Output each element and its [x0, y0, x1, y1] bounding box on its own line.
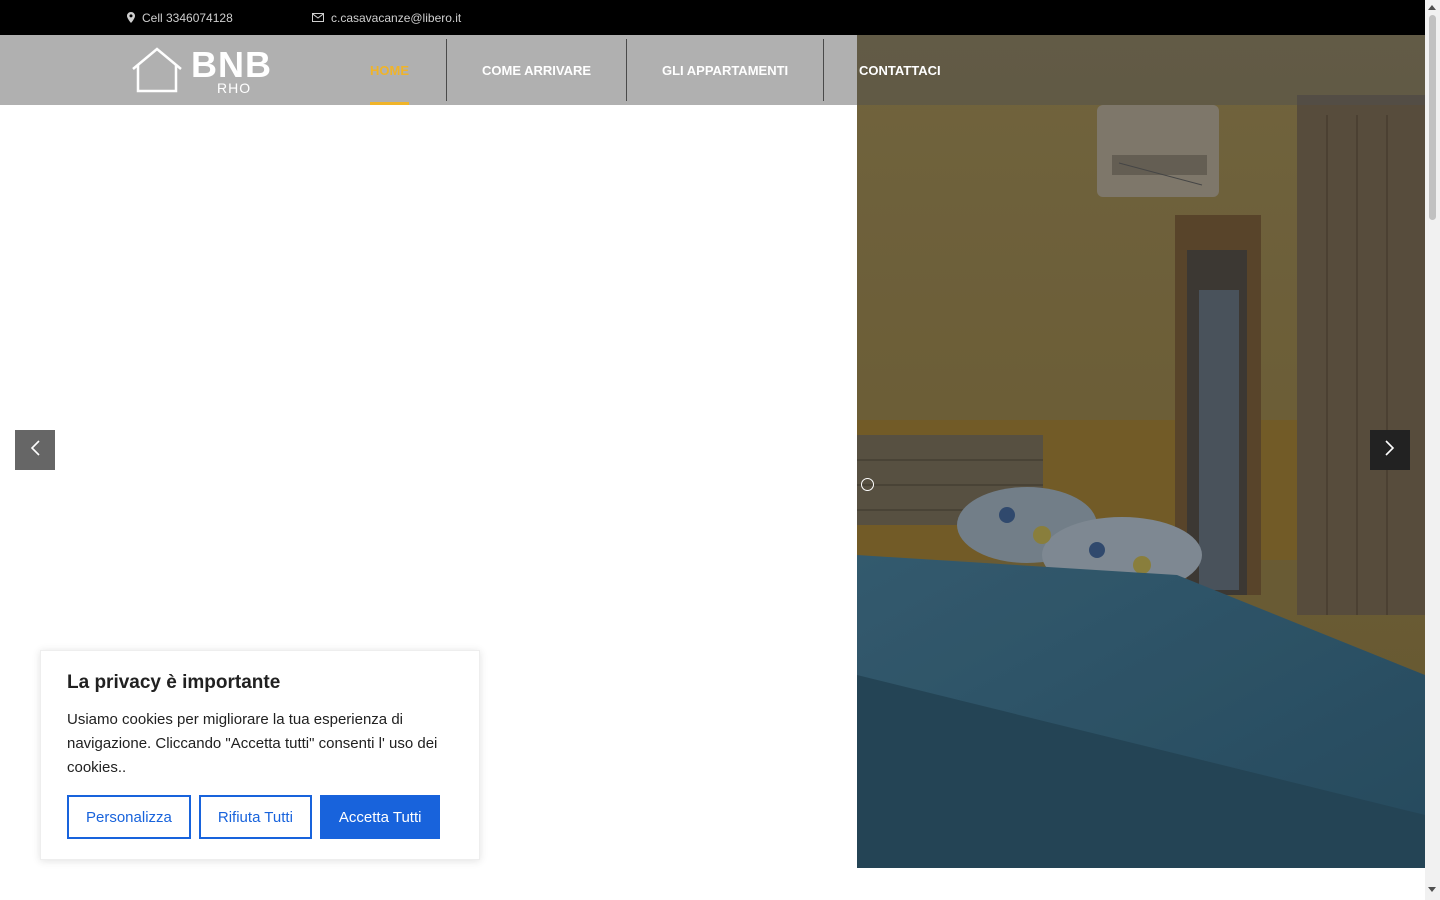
- cookie-buttons: Personalizza Rifiuta Tutti Accetta Tutti: [67, 795, 441, 839]
- cookie-consent-banner: La privacy è importante Usiamo cookies p…: [40, 650, 480, 860]
- chevron-right-icon: [1384, 439, 1396, 462]
- reject-all-button[interactable]: Rifiuta Tutti: [198, 795, 312, 839]
- nav-home-label: HOME: [370, 62, 409, 78]
- nav-home[interactable]: HOME: [370, 35, 409, 105]
- accept-all-button[interactable]: Accetta Tutti: [319, 795, 441, 839]
- slide-indicator-dot[interactable]: [861, 478, 874, 491]
- phone-text: Cell 3346074128: [142, 10, 233, 25]
- chevron-left-icon: [29, 439, 41, 462]
- phone-info[interactable]: Cell 3346074128: [127, 0, 233, 35]
- cookie-title: La privacy è importante: [67, 672, 281, 693]
- nav-come-arrivare[interactable]: COME ARRIVARE: [482, 35, 591, 105]
- envelope-icon: [312, 13, 324, 22]
- slider-prev-button[interactable]: [15, 430, 55, 470]
- logo-subtitle: RHO: [217, 80, 252, 96]
- hero-bedroom-image: [857, 35, 1425, 868]
- email-text: c.casavacanze@libero.it: [331, 10, 462, 25]
- nav-appartamenti-label: GLI APPARTAMENTI: [662, 62, 789, 78]
- customize-button[interactable]: Personalizza: [67, 795, 191, 839]
- nav-divider: [823, 39, 824, 101]
- slider-next-button[interactable]: [1370, 430, 1410, 470]
- nav-contattaci-label: CONTATTACI: [859, 62, 941, 78]
- scroll-down-arrow[interactable]: [1428, 887, 1436, 892]
- email-info[interactable]: c.casavacanze@libero.it: [312, 0, 461, 35]
- scroll-up-arrow[interactable]: [1428, 5, 1436, 10]
- nav-divider: [626, 39, 627, 101]
- map-pin-icon: [127, 12, 135, 23]
- nav-appartamenti[interactable]: GLI APPARTAMENTI: [662, 35, 788, 105]
- top-bar: Cell 3346074128 c.casavacanze@libero.it: [0, 0, 1425, 35]
- site-header: BNB RHO HOME COME ARRIVARE GLI APPARTAME…: [0, 35, 1425, 105]
- cookie-text: Usiamo cookies per migliorare la tua esp…: [67, 711, 438, 776]
- nav-divider: [446, 39, 447, 101]
- scrollbar-thumb[interactable]: [1429, 15, 1436, 220]
- site-logo[interactable]: BNB RHO: [131, 46, 281, 96]
- page-scrollbar[interactable]: [1425, 0, 1440, 900]
- nav-come-arrivare-label: COME ARRIVARE: [482, 62, 592, 78]
- nav-contattaci[interactable]: CONTATTACI: [859, 35, 941, 105]
- logo-title: BNB: [191, 44, 272, 85]
